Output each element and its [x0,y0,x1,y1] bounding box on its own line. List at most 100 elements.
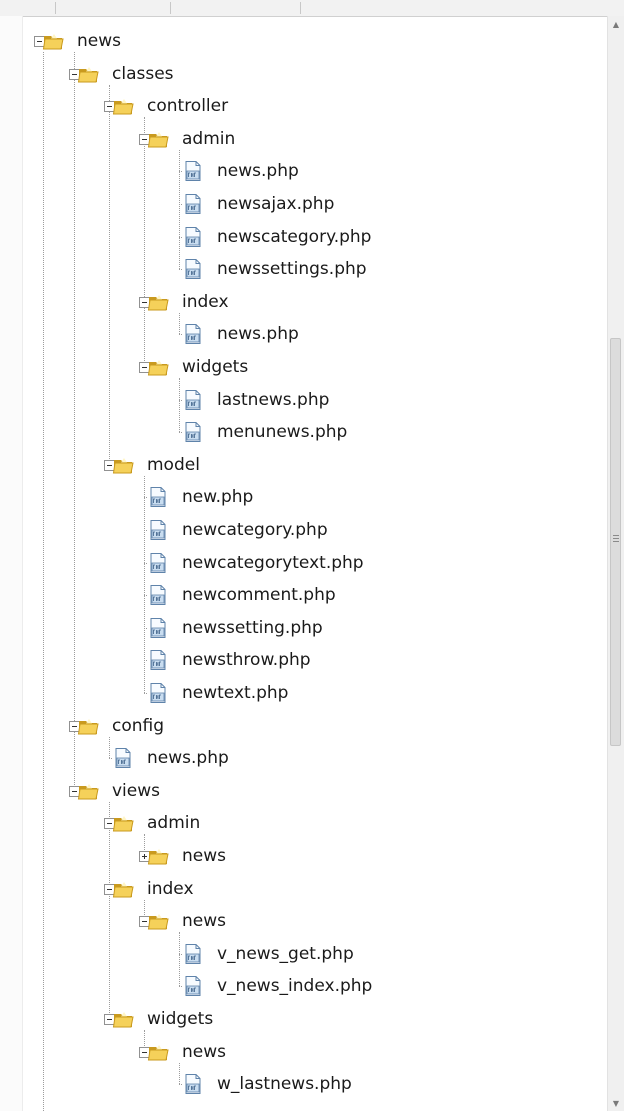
scroll-down-button[interactable]: ▼ [608,1095,624,1111]
folder-icon [112,454,134,476]
file-label: newsajax.php [217,194,335,214]
folder-icon [147,1041,169,1063]
folder-label: views [112,780,161,801]
folder-icon [147,356,169,378]
php-file-icon [182,258,204,280]
tree-file[interactable]: new.php [147,483,253,511]
file-tree: news classes controller admin news.php newsaj… [0,0,608,1111]
scroll-thumb[interactable] [610,338,621,746]
php-file-icon [182,975,204,997]
php-file-icon [147,649,169,671]
folder-icon [147,845,169,867]
file-label: newscategory.php [217,226,372,247]
scroll-up-button[interactable]: ▲ [608,16,624,32]
tree-folder[interactable]: widgets [147,353,248,381]
folder-label: news [182,1041,226,1062]
folder-label: index [182,291,229,312]
folder-icon [147,128,169,150]
php-file-icon [147,519,169,541]
tree-folder[interactable]: index [112,875,194,903]
tree-file[interactable]: newsajax.php [182,190,334,218]
folder-label: model [147,454,200,475]
php-file-icon [182,1073,204,1095]
file-label: newtext.php [182,683,289,703]
php-file-icon [147,486,169,508]
php-file-icon [182,160,204,182]
php-file-icon [182,389,204,411]
tree-file[interactable]: newcomment.php [147,581,336,609]
tree-file[interactable]: menunews.php [182,418,347,446]
tree-folder[interactable]: index [147,288,229,316]
php-file-icon [182,193,204,215]
php-file-icon [147,617,169,639]
tree-guide-line [179,932,180,987]
tree-guide-line [109,84,110,465]
tree-file[interactable]: news.php [182,157,299,185]
tree-folder[interactable]: views [77,777,160,805]
file-label: w_lastnews.php [217,1074,352,1095]
tree-file[interactable]: newsthrow.php [147,646,311,674]
folder-label: classes [112,63,174,84]
folder-icon [112,878,134,900]
php-file-icon [182,421,204,443]
tree-folder[interactable]: config [77,712,164,740]
file-label: newsthrow.php [182,650,311,671]
tree-file[interactable]: newcategorytext.php [147,549,364,577]
folder-icon [77,715,99,737]
folder-icon [147,291,169,313]
tree-guide-line [179,1062,180,1085]
tree-folder[interactable]: widgets [112,1005,213,1033]
vertical-scrollbar[interactable]: ▲ ▼ [607,16,624,1111]
file-label: newcategory.php [182,520,328,540]
tree-guide-line [43,52,44,1111]
tree-folder[interactable]: controller [112,92,228,120]
folder-label: admin [147,813,201,834]
tree-folder[interactable]: news [147,907,226,935]
tree-folder[interactable]: news [147,1038,226,1066]
tree-file[interactable]: v_news_index.php [182,972,372,1000]
folder-icon [42,30,64,52]
tree-folder[interactable]: news [42,27,121,55]
tree-folder[interactable]: admin [112,809,200,837]
tree-file[interactable]: v_news_get.php [182,940,354,968]
tree-file[interactable]: newssetting.php [147,614,323,642]
folder-label: news [77,31,121,51]
tree-folder[interactable]: admin [147,125,235,153]
file-label: newcomment.php [182,585,336,606]
tree-file[interactable]: newscategory.php [182,223,371,251]
tree-file[interactable]: news.php [182,320,299,348]
folder-icon [112,1008,134,1030]
folder-icon [77,780,99,802]
php-file-icon [182,943,204,965]
tree-file[interactable]: newssettings.php [182,255,367,283]
tree-folder[interactable]: news [147,842,226,870]
file-label: v_news_index.php [217,976,373,997]
php-file-icon [147,584,169,606]
file-label: v_news_get.php [217,943,354,964]
folder-label: config [112,715,165,736]
file-label: news.php [217,324,299,345]
tree-guide-line [144,475,145,693]
tree-file[interactable]: lastnews.php [182,386,329,414]
tree-file[interactable]: newtext.php [147,679,288,707]
php-file-icon [182,323,204,345]
tree-guide-line [109,736,110,759]
tree-file[interactable]: w_lastnews.php [182,1070,352,1098]
tree-guide-line [179,378,180,433]
file-label: new.php [182,487,254,508]
scroll-thumb-grip-icon [613,535,619,544]
tree-file[interactable]: news.php [112,744,229,772]
tree-file[interactable]: newcategory.php [147,516,328,544]
tree-folder[interactable]: model [112,451,200,479]
php-file-icon [147,682,169,704]
folder-label: news [182,846,226,866]
file-label: news.php [147,748,229,769]
file-label: newcategorytext.php [182,552,364,573]
file-label: news.php [217,161,299,182]
folder-label: widgets [147,1009,214,1029]
tree-guide-line [144,117,145,367]
tree-folder[interactable]: classes [77,60,174,88]
tree-guide-line [74,52,75,791]
tree-guide-line [179,312,180,335]
folder-label: index [147,878,194,899]
